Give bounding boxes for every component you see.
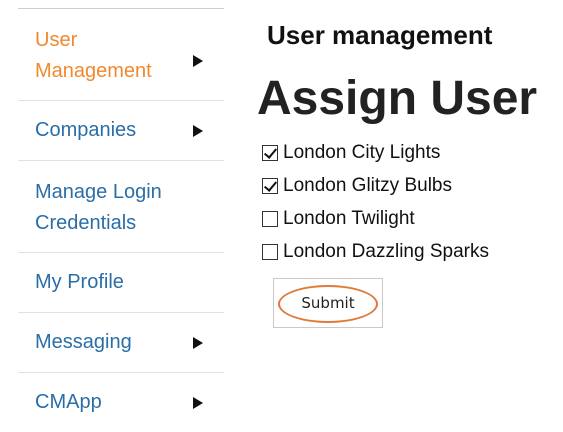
sidebar-item-cmapp[interactable]: CMApp (18, 373, 224, 432)
sidebar-item-my-profile[interactable]: My Profile (18, 253, 224, 313)
triangle-right-icon (193, 125, 203, 137)
sidebar-item-label: Messaging (35, 331, 132, 353)
option-london-city-lights[interactable]: London City Lights (262, 136, 489, 169)
checkbox-unchecked[interactable] (262, 210, 278, 227)
option-label: London Twilight (283, 207, 415, 229)
sidebar-item-user-management[interactable]: User Management (18, 9, 224, 101)
page-title: Assign User (257, 72, 538, 125)
option-london-dazzling-sparks[interactable]: London Dazzling Sparks (262, 235, 489, 268)
checkbox-checked[interactable] (262, 177, 278, 194)
option-label: London City Lights (283, 141, 441, 163)
sidebar-item-label: Companies (35, 119, 137, 141)
triangle-right-icon (193, 337, 203, 349)
submit-label: Submit (301, 294, 355, 312)
option-label: London Dazzling Sparks (283, 240, 489, 262)
assign-options-list: London City Lights London Glitzy Bulbs L… (262, 136, 489, 268)
sidebar-item-label: User Management (35, 29, 152, 82)
sidebar-item-companies[interactable]: Companies (18, 101, 224, 161)
triangle-right-icon (193, 55, 203, 67)
submit-button[interactable]: Submit (273, 278, 383, 328)
triangle-right-icon (193, 397, 203, 409)
option-london-twilight[interactable]: London Twilight (262, 202, 489, 235)
checkbox-unchecked[interactable] (262, 243, 278, 260)
sidebar-item-label: CMApp (35, 391, 102, 413)
checkbox-checked[interactable] (262, 144, 278, 161)
sidebar-nav: User Management Companies Manage Login C… (18, 8, 224, 432)
sidebar-item-label: My Profile (35, 271, 124, 293)
option-label: London Glitzy Bulbs (283, 174, 452, 196)
sidebar-item-label: Manage Login Credentials (35, 181, 162, 234)
section-title: User management (267, 20, 493, 50)
sidebar-item-manage-login-credentials[interactable]: Manage Login Credentials (18, 161, 224, 253)
page: User Management Companies Manage Login C… (0, 0, 563, 432)
option-london-glitzy-bulbs[interactable]: London Glitzy Bulbs (262, 169, 489, 202)
sidebar-item-messaging[interactable]: Messaging (18, 313, 224, 373)
